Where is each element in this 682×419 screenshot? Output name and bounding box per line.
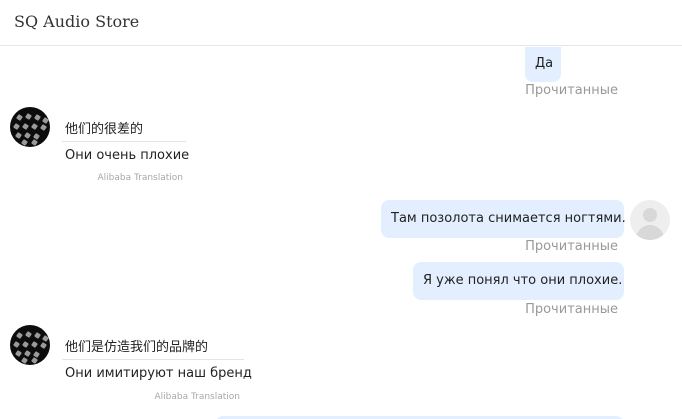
avatar-pattern [24, 350, 31, 357]
read-status: Прочитанные [525, 239, 618, 254]
translation-divider [62, 359, 244, 360]
avatar-pattern [22, 123, 29, 130]
shop-avatar-icon[interactable] [10, 325, 50, 365]
avatar-pattern [34, 114, 41, 121]
avatar-pattern [42, 335, 49, 342]
outgoing-message-bubble[interactable]: Я уже понял что они плохие. [413, 262, 624, 300]
incoming-translated-text[interactable]: Они имитируют наш бренд [65, 366, 252, 381]
avatar-pattern [42, 117, 49, 124]
incoming-translated-text[interactable]: Они очень плохие [65, 148, 189, 163]
message-text: Там позолота снимается ногтями. [391, 211, 626, 226]
translation-divider [62, 141, 186, 142]
avatar-body [636, 225, 664, 240]
avatar-pattern [13, 341, 20, 348]
avatar-pattern [15, 132, 22, 139]
avatar-head [643, 208, 657, 222]
translation-credit: Alibaba Translation [154, 392, 240, 402]
avatar-pattern [31, 357, 38, 364]
translation-credit: Alibaba Translation [97, 173, 183, 183]
shop-avatar-icon[interactable] [10, 107, 50, 147]
user-avatar-icon[interactable] [630, 200, 670, 240]
avatar-pattern [16, 332, 23, 339]
avatar-pattern [34, 332, 41, 339]
read-status: Прочитанные [525, 83, 618, 98]
avatar-pattern [25, 331, 32, 338]
store-name[interactable]: SQ Audio Store [14, 12, 139, 31]
avatar-pattern [16, 114, 23, 121]
chat-header: SQ Audio Store [0, 0, 682, 46]
message-text: Я уже понял что они плохие. [423, 273, 623, 288]
avatar-pattern [24, 132, 31, 139]
chat-window: SQ Audio Store Да Прочитанные 他们的很差的 Они… [0, 0, 682, 419]
incoming-original-text[interactable]: 他们的很差的 [65, 118, 143, 137]
avatar-pattern [40, 124, 47, 131]
avatar-pattern [21, 357, 28, 364]
incoming-original-text[interactable]: 他们是仿造我们的品牌的 [65, 336, 208, 355]
avatar-pattern [22, 341, 29, 348]
avatar-pattern [31, 341, 38, 348]
outgoing-message-bubble[interactable]: Там позолота снимается ногтями. [381, 200, 626, 238]
avatar-pattern [40, 342, 47, 349]
read-status: Прочитанные [525, 302, 618, 317]
message-list[interactable]: Да Прочитанные 他们的很差的 Они очень плохие A… [0, 47, 682, 419]
avatar-pattern [31, 139, 38, 146]
avatar-pattern [13, 123, 20, 130]
avatar-pattern [31, 123, 38, 130]
avatar-pattern [15, 350, 22, 357]
avatar-pattern [25, 113, 32, 120]
message-text: Да [535, 56, 554, 71]
avatar-pattern [21, 139, 28, 146]
outgoing-message-bubble[interactable]: Да [525, 47, 561, 82]
